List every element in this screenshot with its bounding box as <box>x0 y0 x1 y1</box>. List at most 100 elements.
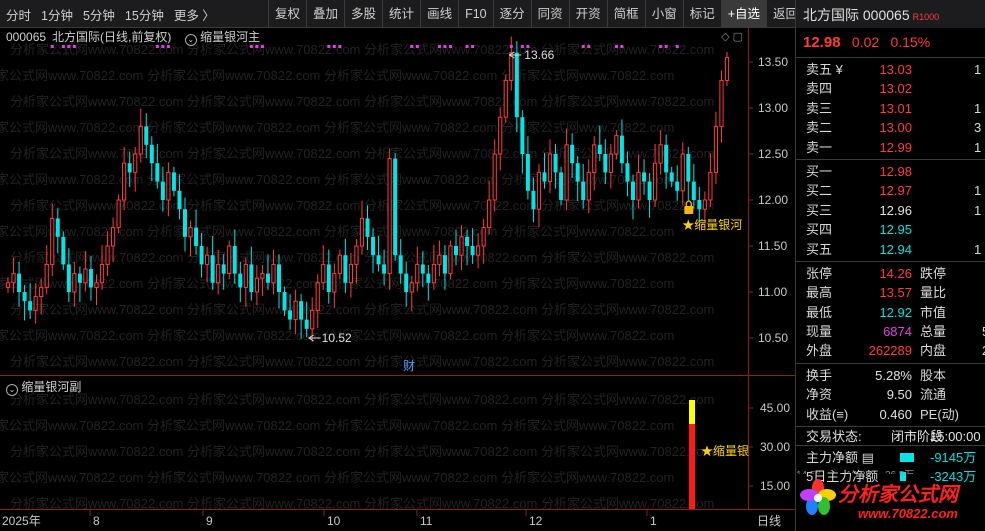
candle <box>404 261 409 307</box>
window-icon[interactable]: ▢ <box>733 31 743 43</box>
watermark-text: 分析家公式网www.70822.com 分析家公式网www.70822.com … <box>0 120 674 135</box>
candle-body <box>398 255 403 274</box>
sub-canvas: 分析家公式网www.70822.com 分析家公式网www.70822.com … <box>0 376 790 510</box>
candle <box>708 153 713 208</box>
candle-body <box>44 263 49 288</box>
add-watchlist-button[interactable]: +自选 <box>720 0 767 28</box>
candle-body <box>514 52 519 118</box>
candle-body <box>77 273 82 283</box>
diamond-icon[interactable]: ◇ <box>721 31 729 43</box>
candle-body <box>614 135 619 155</box>
candle <box>55 208 60 254</box>
low-row: 最低 12.92 市值 <box>806 304 947 320</box>
mark-button[interactable]: 标记 <box>682 0 721 28</box>
candle-body <box>326 264 331 292</box>
tab-1min[interactable]: 1分钟 <box>41 5 73 24</box>
watermark-text: 分析家公式网www.70822.com 分析家公式网www.70822.com … <box>10 392 714 407</box>
signal-dot <box>471 45 475 48</box>
price-change-pct: 0.15% <box>890 34 931 50</box>
multi-stock-button[interactable]: 多股 <box>344 0 382 28</box>
candle-body <box>149 144 154 164</box>
tab-15min[interactable]: 15分钟 <box>125 5 164 24</box>
watermark-text: 分析家公式网www.70822.com 分析家公式网www.70822.com … <box>0 418 674 433</box>
settings-circle-icon[interactable]: ⌄ <box>6 384 18 396</box>
overlay-button[interactable]: 叠加 <box>306 0 344 28</box>
statistics-button[interactable]: 统计 <box>382 0 420 28</box>
candle-body <box>564 144 569 201</box>
small-window-button[interactable]: 小窗 <box>644 0 683 28</box>
candle-body <box>260 273 265 279</box>
candle-body <box>166 171 171 201</box>
candle-body <box>625 163 630 182</box>
candle <box>17 261 22 307</box>
candle <box>658 130 663 175</box>
tab-more[interactable]: 更多 〉 <box>174 5 215 24</box>
watermark-text: 分析家公式网www.70822.com 分析家公式网www.70822.com … <box>0 68 674 83</box>
candle-body <box>354 245 359 265</box>
tab-5min[interactable]: 5分钟 <box>83 5 115 24</box>
ask-3: 卖三 13.01 1 <box>806 100 982 116</box>
sub-indicator-chart[interactable]: 分析家公式网www.70822.com 分析家公式网www.70822.com … <box>0 375 795 510</box>
tab-intraday[interactable]: 分时 <box>6 5 31 24</box>
signal-dot <box>581 45 585 48</box>
candle-body <box>277 264 282 292</box>
date-axis-canvas: 2025年 8 9 10 11 12 1 日线 <box>2 510 781 528</box>
nav-row: 净资 9.50 流通 <box>806 387 947 403</box>
candle <box>116 194 121 234</box>
settings-circle-icon[interactable]: ⌄ <box>184 34 197 46</box>
y-tick-label: 45.00 <box>760 401 790 415</box>
quote-stats: 张停14.26跌停 最高13.57量比 最低12.92市值 现量6874总量5 … <box>796 262 985 364</box>
candle <box>636 154 641 209</box>
candle-body <box>348 263 354 284</box>
main-net-row: 主力净额 ▤ -9145万 <box>806 450 977 466</box>
candle-body <box>680 153 685 192</box>
candle-body <box>420 264 425 274</box>
candle-body <box>17 273 22 292</box>
minute-by-minute-button[interactable]: 逐分 <box>492 0 531 28</box>
signal-dot <box>415 45 419 48</box>
candle-body <box>719 79 724 127</box>
lock-icon <box>684 206 694 214</box>
candle-body <box>470 246 475 256</box>
signal-dot <box>620 45 624 48</box>
candle-body <box>33 296 38 311</box>
candle-body <box>669 172 674 182</box>
candle-body <box>210 255 215 283</box>
quote-panel: 北方国际 000065 R1000 12.98 0.02 0.15% 卖五 ¥13… <box>795 0 985 531</box>
simple-frame-button[interactable]: 简框 <box>606 0 645 28</box>
candle-body <box>459 236 464 256</box>
kline-chart[interactable]: 分析家公式网www.70822.com 分析家公式网www.70822.com … <box>0 28 795 375</box>
watermark-text: 分析家公式网www.70822.com 分析家公式网www.70822.com … <box>10 496 714 510</box>
restore-rights-button[interactable]: 复权 <box>268 0 306 28</box>
candle-body <box>50 217 55 265</box>
signal-label: ★缩量银河 <box>682 217 742 232</box>
candle-body <box>465 236 470 246</box>
candle-body <box>481 227 486 247</box>
signal-bar-yellow <box>689 400 695 424</box>
sub-indicator-name[interactable]: 缩量银河副 <box>21 380 81 394</box>
candle-body <box>520 117 525 154</box>
chart-title: 000065 北方国际(日线,前复权) ⌄ 缩量银河主 <box>6 28 260 46</box>
high-label: 13.66 <box>524 48 554 62</box>
price-change: 0.02 <box>851 34 880 50</box>
candle-body <box>310 309 315 330</box>
candle-body <box>476 245 481 256</box>
candle-body <box>702 199 707 210</box>
candle <box>437 240 442 277</box>
candle <box>199 232 204 278</box>
candle-body <box>110 227 116 247</box>
draw-line-button[interactable]: 画线 <box>420 0 458 28</box>
open-capital-button[interactable]: 开资 <box>568 0 607 28</box>
f10-button[interactable]: F10 <box>458 0 493 28</box>
same-capital-button[interactable]: 同资 <box>530 0 569 28</box>
candle-body <box>575 163 580 182</box>
signal-dot <box>675 45 679 48</box>
y-tick-label: 13.00 <box>758 101 788 115</box>
signal-dot <box>664 45 668 48</box>
candle-body <box>94 282 99 288</box>
date-label: 12 <box>529 514 543 528</box>
candle-body <box>586 171 591 201</box>
candle-body <box>503 79 508 118</box>
main-indicator-name[interactable]: 缩量银河主 <box>200 30 260 44</box>
watermark-text: 分析家公式网www.70822.com 分析家公式网www.70822.com … <box>0 224 674 239</box>
